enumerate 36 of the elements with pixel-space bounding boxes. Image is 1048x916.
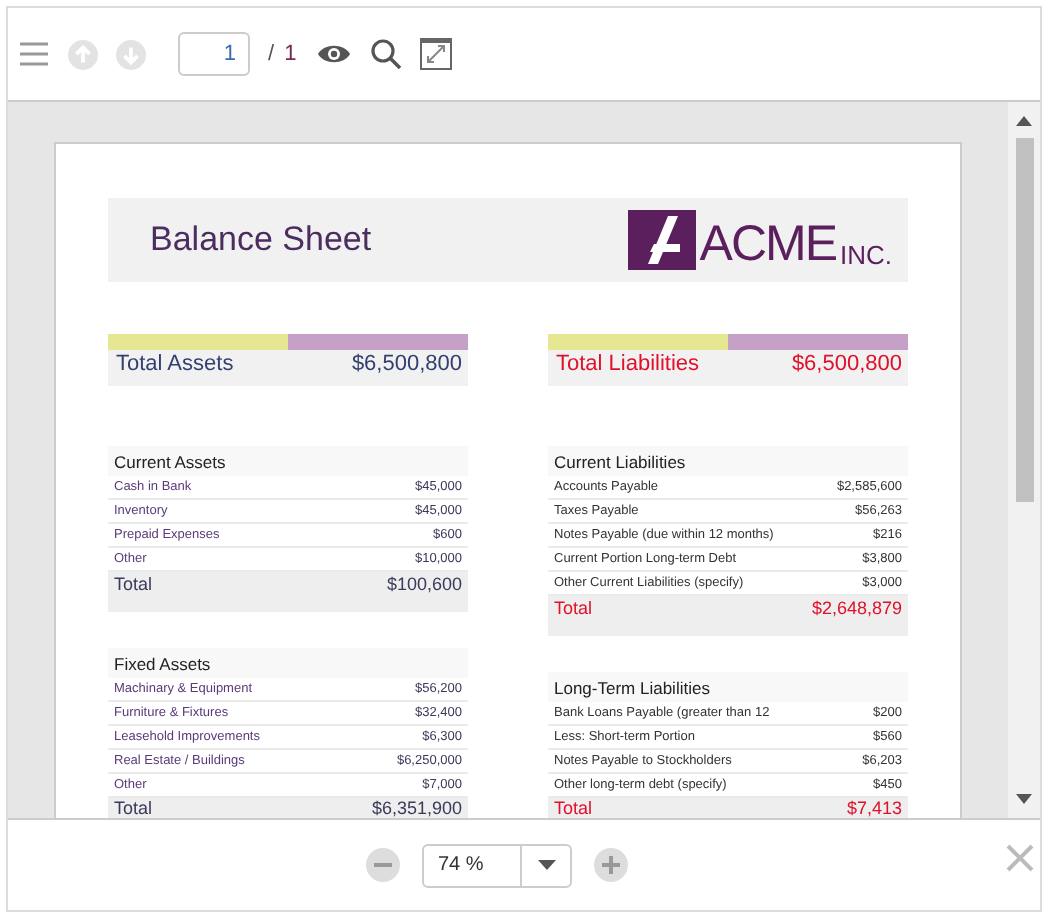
total-value: $2,648,879 (811, 598, 902, 622)
total-label: Total (554, 598, 593, 622)
page-input-field[interactable]: 1 (178, 32, 250, 76)
summary-value: $6,500,800 (791, 352, 902, 376)
eye-icon[interactable] (316, 42, 353, 66)
zoom-select[interactable]: 74 % (422, 843, 572, 887)
logo-suffix: INC. (840, 240, 892, 270)
total-label: Total (114, 798, 153, 818)
total-value: $100,600 (386, 574, 462, 598)
section-title: Current Assets (108, 446, 468, 476)
caret-icon[interactable] (537, 860, 555, 870)
section-title: Current Liabilities (548, 446, 908, 476)
total-label: Total (114, 574, 153, 598)
fullscreen-icon[interactable] (420, 38, 453, 70)
zoom-out-icon[interactable] (366, 848, 400, 882)
zoom-in-icon[interactable] (594, 848, 628, 882)
menu-icon[interactable] (18, 40, 50, 68)
scroll-up-icon[interactable] (1016, 114, 1032, 126)
logo-text: ACME (699, 220, 836, 270)
section-title: Fixed Assets (108, 648, 468, 678)
report-title: Balance Sheet (150, 220, 372, 260)
summary-value: $6,500,800 (351, 352, 462, 376)
page-total: 1 (284, 42, 297, 66)
total-label: Total (554, 798, 593, 818)
section-title: Long-Term Liabilities (548, 672, 908, 702)
summary-label: Total Liabilities (556, 352, 700, 376)
close-icon[interactable] (1006, 844, 1034, 872)
scrollbar[interactable] (1008, 102, 1040, 818)
scrollbar-thumb[interactable] (1015, 138, 1033, 502)
total-value: $6,351,900 (371, 798, 462, 818)
page-separator: / (268, 42, 275, 66)
search-icon[interactable] (370, 38, 403, 70)
logo-icon (627, 210, 696, 270)
total-value: $7,413 (846, 798, 902, 818)
scroll-down-icon[interactable] (1016, 794, 1032, 806)
summary-label: Total Assets (116, 352, 234, 376)
